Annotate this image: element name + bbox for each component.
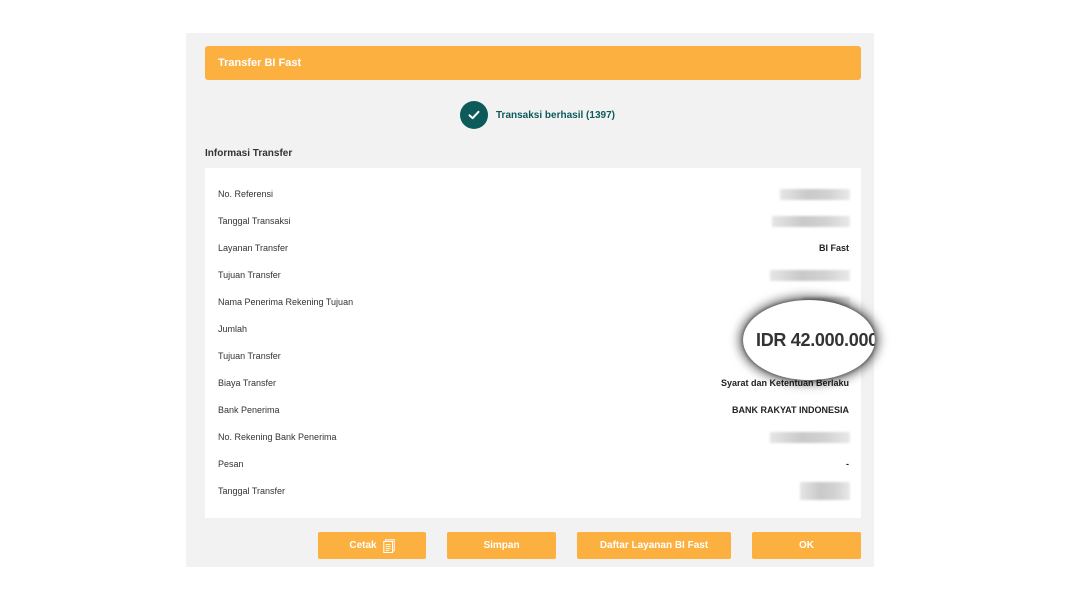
row-label: No. Referensi <box>218 189 274 199</box>
print-button-label: Cetak <box>349 540 377 551</box>
document-icon <box>382 538 395 553</box>
row-label: Tanggal Transfer <box>218 486 286 496</box>
row-label: Pesan <box>218 459 244 469</box>
row-recipient-bank: Bank Penerima BANK RAKYAT INDONESIA <box>205 397 861 424</box>
status-message: Transaksi berhasil (1397) <box>460 101 615 129</box>
page-header: Transfer BI Fast <box>205 46 861 80</box>
transfer-panel: Transfer BI Fast Transaksi berhasil (139… <box>186 33 874 567</box>
row-label: Tujuan Transfer <box>218 351 281 361</box>
row-value: BANK RAKYAT INDONESIA <box>731 405 849 415</box>
row-message: Pesan - <box>205 451 861 478</box>
row-label: No. Rekening Bank Penerima <box>218 432 337 442</box>
amount-value: IDR 42.000.000 <box>756 330 875 350</box>
check-icon <box>460 101 488 129</box>
row-label: Bank Penerima <box>218 405 280 415</box>
bi-fast-service-list-button[interactable]: Daftar Layanan BI Fast <box>577 532 731 559</box>
save-button[interactable]: Simpan <box>447 532 556 559</box>
section-title: Informasi Transfer <box>205 148 293 159</box>
redacted-value <box>800 482 850 500</box>
redacted-value <box>770 432 850 443</box>
row-label: Biaya Transfer <box>218 378 277 388</box>
row-label: Tanggal Transaksi <box>218 216 291 226</box>
row-transfer-fee: Biaya Transfer Syarat dan Ketentuan Berl… <box>205 370 861 397</box>
row-label: Nama Penerima Rekening Tujuan <box>218 297 354 307</box>
row-label: Layanan Transfer <box>218 243 289 253</box>
print-button[interactable]: Cetak <box>318 532 426 559</box>
redacted-value <box>770 270 850 281</box>
redacted-value <box>772 216 850 227</box>
row-transfer-destination: Tujuan Transfer <box>205 262 861 289</box>
row-transfer-service: Layanan Transfer BI Fast <box>205 235 861 262</box>
row-reference-number: No. Referensi <box>205 181 861 208</box>
row-label: Jumlah <box>218 324 248 334</box>
status-text: Transaksi berhasil (1397) <box>496 109 615 121</box>
row-recipient-account: No. Rekening Bank Penerima <box>205 424 861 451</box>
row-value: BI Fast <box>818 243 849 253</box>
row-transaction-date: Tanggal Transaksi <box>205 208 861 235</box>
row-label: Tujuan Transfer <box>218 270 281 280</box>
ok-button[interactable]: OK <box>752 532 861 559</box>
redacted-value <box>780 189 850 200</box>
row-value: - <box>846 459 849 469</box>
amount-magnifier-callout: IDR 42.000.000 <box>743 300 875 380</box>
row-transfer-date: Tanggal Transfer <box>205 478 861 505</box>
